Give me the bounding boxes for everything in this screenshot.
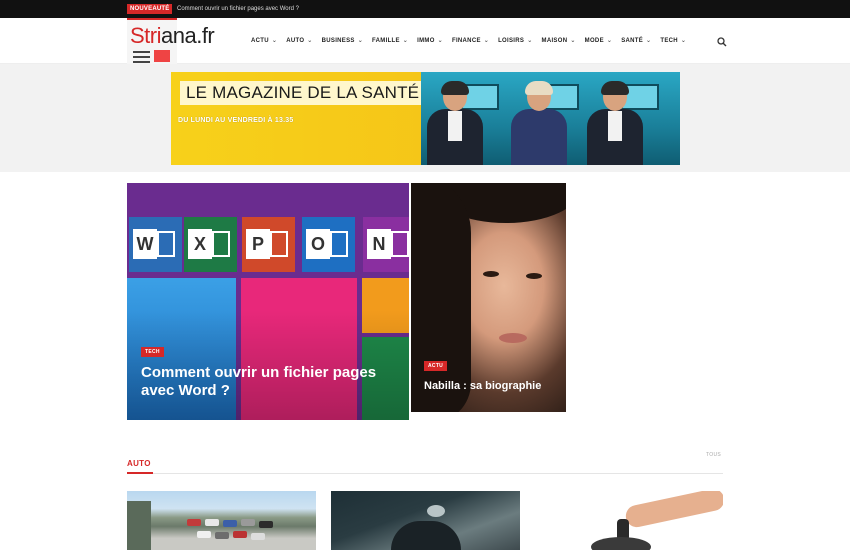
- section-title[interactable]: AUTO: [127, 459, 151, 468]
- banner-photo: [421, 72, 680, 165]
- chevron-down-icon: ⌄: [606, 38, 613, 44]
- presenter-figure: [423, 81, 487, 165]
- powerpoint-tile-icon: P: [242, 217, 295, 272]
- chevron-down-icon: ⌄: [402, 38, 409, 44]
- banner-title: LE MAGAZINE DE LA SANTÉ: [186, 83, 420, 102]
- chevron-down-icon: ⌄: [646, 38, 652, 44]
- nav-item-famille[interactable]: FAMILLE ⌄: [372, 37, 409, 45]
- nav-item-immo[interactable]: IMMO ⌄: [417, 37, 443, 45]
- banner-subtitle: DU LUNDI AU VENDREDI À 13.35: [178, 117, 294, 124]
- featured-article-side[interactable]: ACTU Nabilla : sa biographie: [411, 183, 566, 412]
- nav-item-tech[interactable]: TECH ⌄: [660, 37, 687, 45]
- nav-item-finance[interactable]: FINANCE ⌄: [452, 37, 490, 45]
- nav-item-business[interactable]: BUSINESS ⌄: [322, 37, 364, 45]
- site-logo[interactable]: Striana.fr: [130, 23, 215, 49]
- chevron-down-icon: ⌄: [307, 38, 313, 44]
- category-badge[interactable]: TECH: [141, 347, 164, 357]
- nav-item-actu[interactable]: ACTU ⌄: [251, 37, 278, 45]
- chevron-down-icon: ⌄: [357, 38, 364, 44]
- section-accent-line: [127, 472, 153, 474]
- outlook-tile-icon: O: [302, 217, 355, 272]
- nav-item-auto[interactable]: AUTO ⌄: [286, 37, 313, 45]
- chevron-down-icon: ⌄: [437, 38, 443, 44]
- view-all-link[interactable]: TOUS: [706, 452, 721, 458]
- menu-icon[interactable]: [133, 51, 150, 63]
- nav-item-mode[interactable]: MODE ⌄: [585, 37, 613, 45]
- banner-title-box: LE MAGAZINE DE LA SANTÉ: [180, 81, 426, 105]
- article-thumbnail[interactable]: [535, 491, 723, 550]
- new-badge: NOUVEAUTÉ: [127, 4, 173, 14]
- main-nav: ACTU ⌄ AUTO ⌄ BUSINESS ⌄ FAMILLE ⌄ IMMO ⌄ FIN…: [251, 37, 695, 45]
- article-thumbnail[interactable]: [331, 491, 520, 550]
- article-title[interactable]: Nabilla : sa biographie: [424, 379, 559, 393]
- site-header: Striana.fr ACTU ⌄ AUTO ⌄ BUSINESS ⌄ FAMILLE…: [0, 18, 850, 64]
- logo-square-icon: [154, 50, 170, 62]
- presenter-figure: [583, 81, 647, 165]
- ad-banner[interactable]: LE MAGAZINE DE LA SANTÉ DU LUNDI AU VEND…: [171, 72, 680, 165]
- nav-item-maison[interactable]: MAISON ⌄: [542, 37, 576, 45]
- chevron-down-icon: ⌄: [680, 38, 687, 44]
- article-thumbnail[interactable]: [127, 491, 316, 550]
- article-title[interactable]: Comment ouvrir un fichier pages avec Wor…: [141, 364, 401, 400]
- nav-item-loisirs[interactable]: LOISIRS ⌄: [498, 37, 533, 45]
- chevron-down-icon: ⌄: [570, 38, 576, 44]
- category-badge[interactable]: ACTU: [424, 361, 448, 371]
- top-news-bar: NOUVEAUTÉ Comment ouvrir un fichier page…: [0, 0, 850, 18]
- logo-rest: ana.fr: [161, 23, 215, 48]
- chevron-down-icon: ⌄: [271, 38, 278, 44]
- nav-item-sante[interactable]: SANTÉ ⌄: [621, 37, 652, 45]
- search-icon[interactable]: [717, 37, 727, 47]
- featured-article-main[interactable]: W X P O N TECH Comment ouvrir un fichier…: [127, 183, 409, 420]
- chevron-down-icon: ⌄: [483, 38, 490, 44]
- excel-tile-icon: X: [184, 217, 237, 272]
- word-tile-icon: W: [129, 217, 182, 272]
- breaking-headline-link[interactable]: Comment ouvrir un fichier pages avec Wor…: [177, 5, 299, 13]
- logo-accent: Stri: [130, 23, 162, 48]
- onenote-tile-icon: N: [363, 217, 409, 272]
- section-divider: [127, 473, 723, 474]
- chevron-down-icon: ⌄: [527, 38, 533, 44]
- presenter-figure: [507, 81, 571, 165]
